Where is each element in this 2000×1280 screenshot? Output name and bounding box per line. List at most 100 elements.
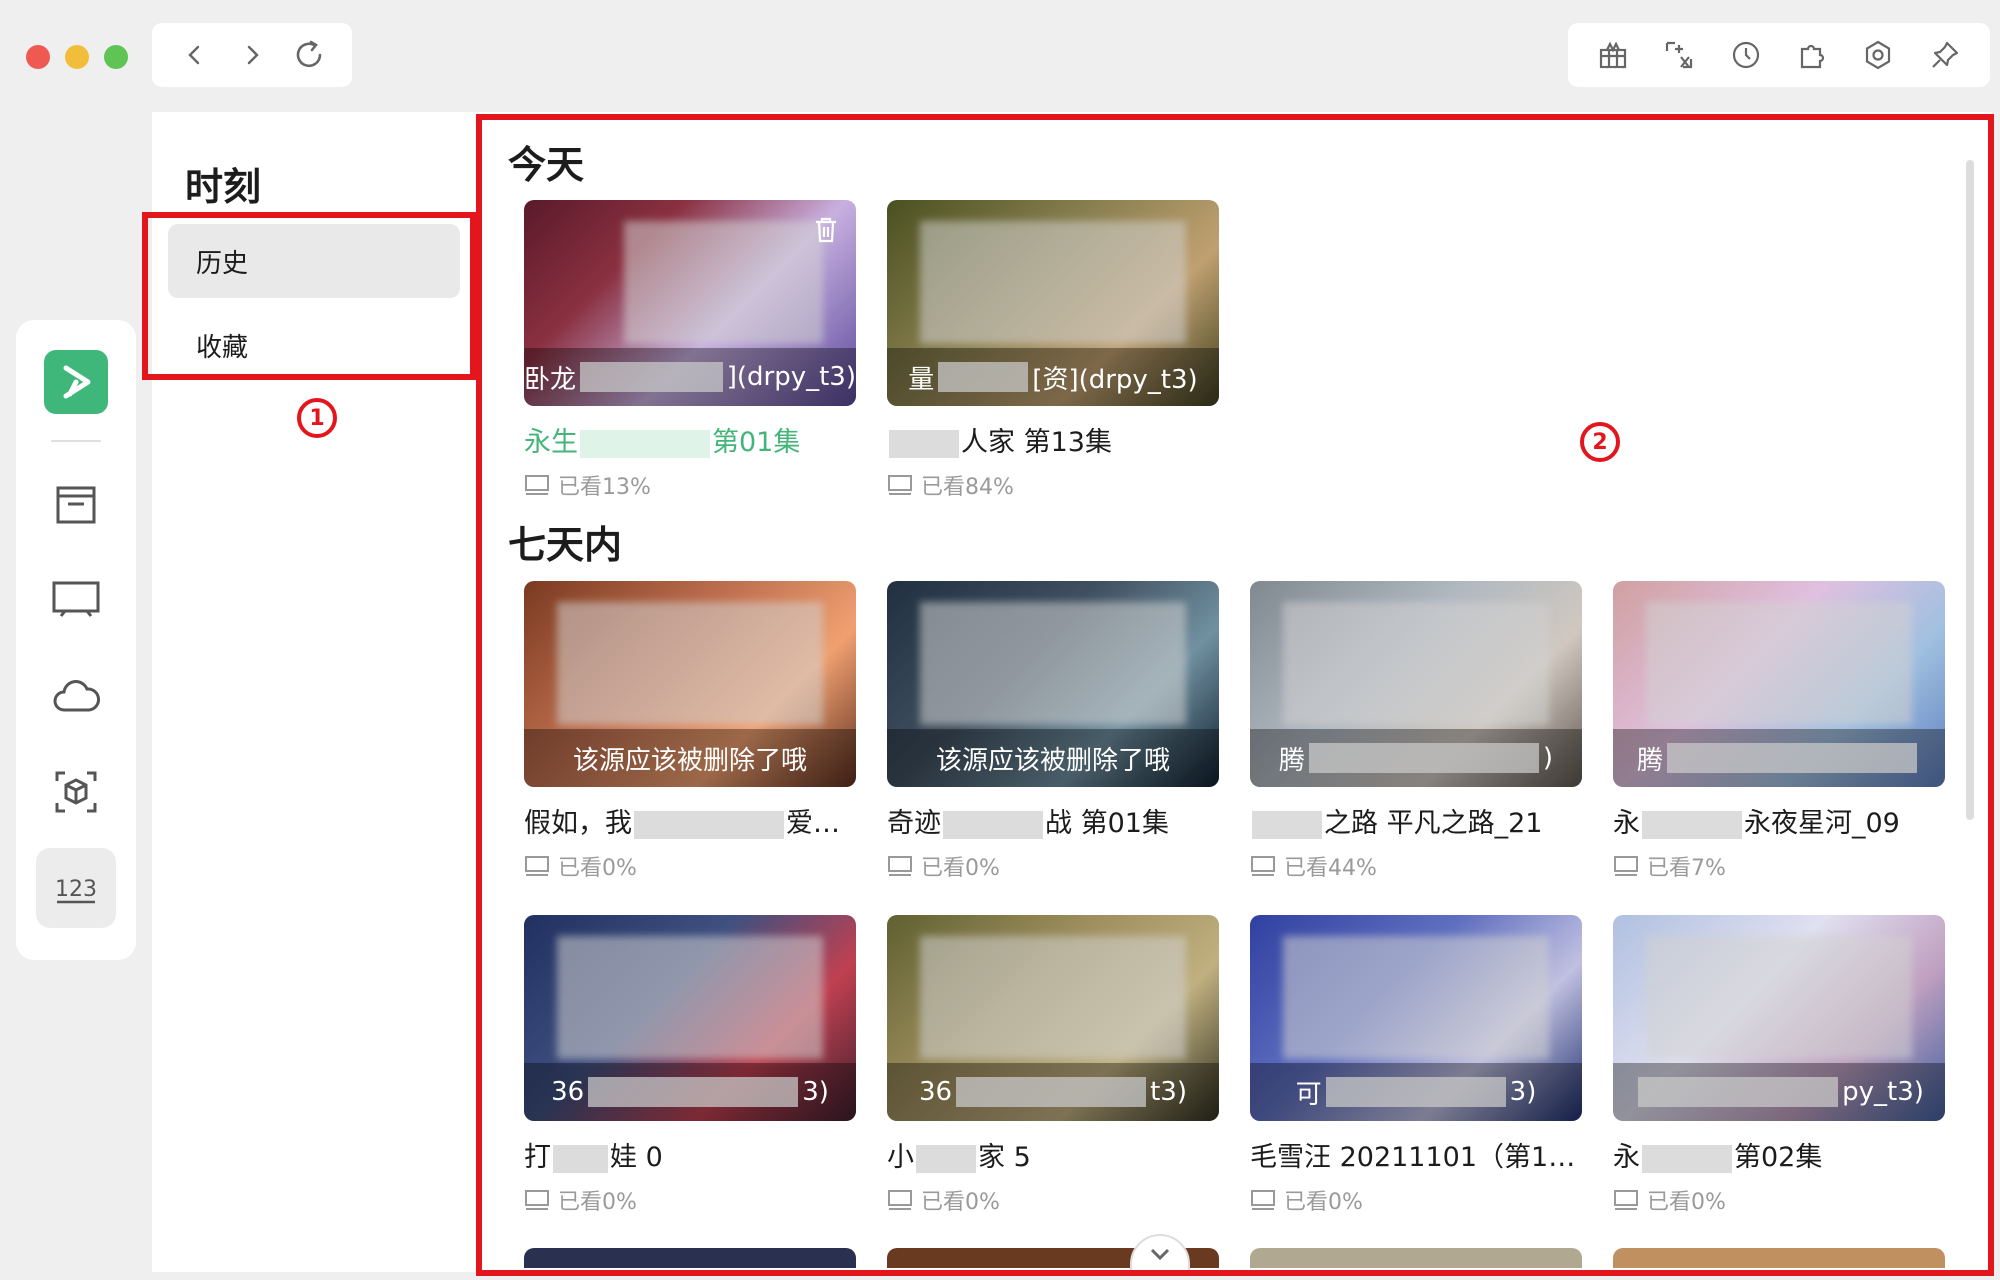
watch-progress: 已看0% xyxy=(887,850,1219,882)
minimize-window-button[interactable] xyxy=(65,45,89,69)
source-caption: 36 3) xyxy=(524,1063,856,1121)
gift-button[interactable] xyxy=(1591,33,1635,77)
screen-icon xyxy=(888,475,912,495)
video-title[interactable]: 打娃 0 xyxy=(524,1135,856,1174)
chevron-right-icon xyxy=(247,45,259,65)
scrollbar[interactable] xyxy=(1966,160,1974,820)
screen-icon xyxy=(525,1190,549,1210)
video-thumbnail[interactable]: 该源应该被删除了哦 xyxy=(887,581,1219,787)
watch-progress: 已看0% xyxy=(524,850,856,882)
history-card[interactable]: 腾 永永夜星河_09 已看7% xyxy=(1613,581,1945,882)
video-title[interactable]: 人家 第13集 xyxy=(887,420,1219,459)
video-thumbnail[interactable]: 腾 xyxy=(1613,581,1945,787)
blurred-region xyxy=(1646,935,1912,1060)
video-title[interactable]: 小家 5 xyxy=(887,1135,1219,1174)
video-thumbnail[interactable]: 量 [资](drpy_t3) xyxy=(887,200,1219,406)
rail-divider xyxy=(51,440,101,442)
section-title-today: 今天 xyxy=(508,143,585,187)
history-card[interactable]: 卧龙](drpy_t3) 永生 第01集 已看13% xyxy=(524,200,856,501)
annotation-marker-1: 1 xyxy=(297,398,337,438)
refresh-button[interactable] xyxy=(289,35,329,75)
history-clock-icon xyxy=(1732,41,1759,69)
rail-item-cloud[interactable] xyxy=(36,656,116,736)
video-thumbnail[interactable]: 腾) xyxy=(1250,581,1582,787)
screen-icon xyxy=(1251,1190,1275,1210)
blurred-region xyxy=(920,601,1186,726)
refresh-icon xyxy=(297,40,322,68)
video-thumbnail[interactable]: 该源应该被删除了哦 xyxy=(524,581,856,787)
chevron-left-icon xyxy=(187,45,199,65)
watch-progress: 已看0% xyxy=(1250,1184,1582,1216)
source-caption: 卧龙](drpy_t3) xyxy=(524,348,856,406)
translate-button[interactable] xyxy=(1657,33,1701,77)
blurred-region xyxy=(1283,601,1549,726)
next-row-thumbnail[interactable] xyxy=(524,1248,856,1268)
source-caption: py_t3) xyxy=(1613,1063,1945,1121)
history-content: 今天 卧龙](drpy_t3) 永生 第01集 已看13% 量 [资](drpy_t… xyxy=(476,112,1992,1272)
video-title[interactable]: 之路 平凡之路_21 xyxy=(1250,801,1582,840)
puzzle-icon xyxy=(1801,44,1825,69)
video-title[interactable]: 毛雪汪 20211101（第1期） xyxy=(1250,1135,1582,1174)
video-title[interactable]: 假如，我 爱… xyxy=(524,801,856,840)
history-card[interactable]: 可 3) 毛雪汪 20211101（第1期） 已看0% xyxy=(1250,915,1582,1216)
top-toolbar xyxy=(1568,23,1990,87)
video-thumbnail[interactable]: 可 3) xyxy=(1250,915,1582,1121)
back-button[interactable] xyxy=(175,35,215,75)
source-caption: 36 t3) xyxy=(887,1063,1219,1121)
maximize-window-button[interactable] xyxy=(104,45,128,69)
history-card[interactable]: 该源应该被删除了哦 奇迹战 第01集 已看0% xyxy=(887,581,1219,882)
history-card[interactable]: 腾) 之路 平凡之路_21 已看44% xyxy=(1250,581,1582,882)
rail-item-films[interactable] xyxy=(36,464,116,544)
video-title[interactable]: 永永夜星河_09 xyxy=(1613,801,1945,840)
settings-hex-icon xyxy=(1866,40,1891,70)
video-thumbnail[interactable]: py_t3) xyxy=(1613,915,1945,1121)
cloud-icon xyxy=(53,680,100,712)
history-card[interactable]: py_t3) 永第02集 已看0% xyxy=(1613,915,1945,1216)
delete-button[interactable] xyxy=(808,212,844,248)
rail-item-scan[interactable] xyxy=(36,752,116,832)
film-box-icon xyxy=(56,486,96,524)
screen-icon xyxy=(888,856,912,876)
window-controls xyxy=(26,45,128,69)
history-card[interactable]: 36 t3) 小家 5 已看0% xyxy=(887,915,1219,1216)
source-caption: 量 [资](drpy_t3) xyxy=(887,348,1219,406)
watch-progress: 已看0% xyxy=(524,1184,856,1216)
blurred-region xyxy=(920,220,1186,345)
watch-progress: 已看13% xyxy=(524,469,856,501)
screen-icon xyxy=(525,856,549,876)
annotation-box-1 xyxy=(142,212,476,380)
navigation-controls xyxy=(152,23,352,87)
history-card[interactable]: 该源应该被删除了哦 假如，我 爱… 已看0% xyxy=(524,581,856,882)
next-row-thumbnail[interactable] xyxy=(1250,1248,1582,1268)
history-button[interactable] xyxy=(1724,33,1768,77)
history-card[interactable]: 36 3) 打娃 0 已看0% xyxy=(524,915,856,1216)
video-title[interactable]: 永第02集 xyxy=(1613,1135,1945,1174)
screen-icon xyxy=(525,475,549,495)
rail-item-123[interactable]: 123 xyxy=(36,848,116,928)
pin-button[interactable] xyxy=(1923,33,1967,77)
video-title[interactable]: 奇迹战 第01集 xyxy=(887,801,1219,840)
extensions-button[interactable] xyxy=(1790,33,1834,77)
blurred-region xyxy=(1283,935,1549,1060)
watch-progress: 已看84% xyxy=(887,469,1219,501)
watch-progress: 已看0% xyxy=(887,1184,1219,1216)
video-thumbnail[interactable]: 卧龙](drpy_t3) xyxy=(524,200,856,406)
history-card[interactable]: 量 [资](drpy_t3) 人家 第13集 已看84% xyxy=(887,200,1219,501)
rail-item-tv[interactable] xyxy=(36,560,116,640)
watch-progress: 已看0% xyxy=(1613,1184,1945,1216)
settings-button[interactable] xyxy=(1856,33,1900,77)
cube-scan-icon xyxy=(55,771,97,813)
close-window-button[interactable] xyxy=(26,45,50,69)
watch-progress: 已看44% xyxy=(1250,850,1582,882)
video-title[interactable]: 永生 第01集 xyxy=(524,420,856,459)
app-logo[interactable] xyxy=(44,350,108,414)
video-thumbnail[interactable]: 36 3) xyxy=(524,915,856,1121)
blurred-region xyxy=(920,935,1186,1060)
video-thumbnail[interactable]: 36 t3) xyxy=(887,915,1219,1121)
blurred-region xyxy=(623,220,823,345)
source-caption: 该源应该被删除了哦 xyxy=(887,729,1219,787)
forward-button[interactable] xyxy=(232,35,272,75)
trash-icon xyxy=(816,217,836,243)
next-row-thumbnail[interactable] xyxy=(1613,1248,1945,1268)
screen-icon xyxy=(1614,1190,1638,1210)
